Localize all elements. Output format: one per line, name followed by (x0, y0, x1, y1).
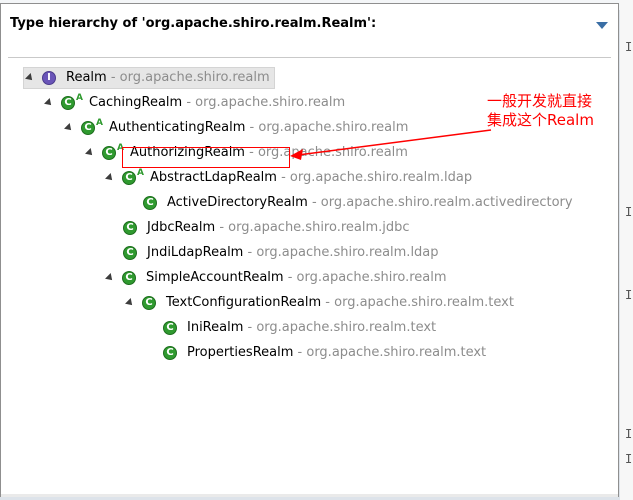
background-marker: I (625, 288, 633, 302)
popup-bottom-edge (1, 494, 618, 497)
background-marker: I (625, 452, 633, 466)
annotation-line-2: 集成这个Realm (487, 111, 594, 129)
background-marker: I (625, 40, 633, 54)
background-editor-right (620, 0, 633, 500)
annotation-note: 一般开发就直接 集成这个Realm (487, 92, 594, 130)
annotation-line-1: 一般开发就直接 (487, 92, 593, 110)
background-marker: I (625, 427, 633, 441)
background-marker: I (625, 205, 633, 219)
annotation-arrow (290, 129, 492, 160)
type-hierarchy-popup: Type hierarchy of 'org.apache.shiro.real… (0, 3, 619, 497)
